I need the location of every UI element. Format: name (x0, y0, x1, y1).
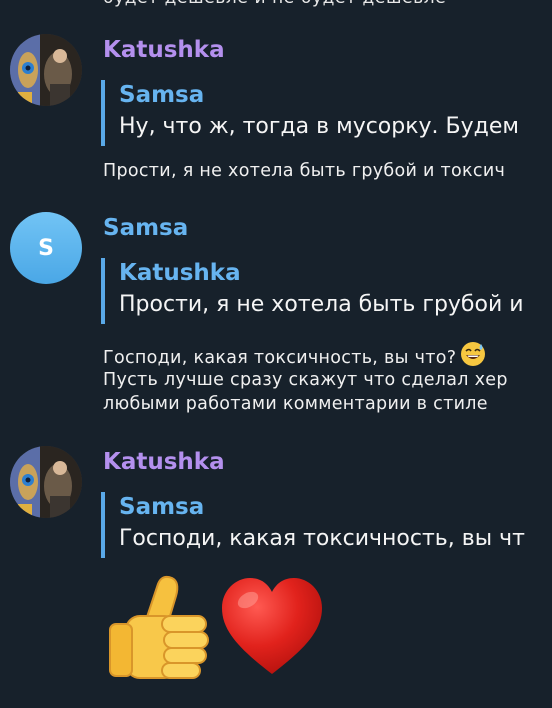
message-text-line: любыми работами комментарии в стиле (103, 394, 488, 414)
sender-name[interactable]: Samsa (103, 215, 188, 241)
reply-text: Прости, я не хотела быть грубой и (119, 292, 524, 317)
avatar-katushka[interactable] (10, 446, 82, 518)
clipped-previous-message: будет дешевле и не будет дешевле (103, 0, 552, 8)
grinning-sweat-emoji-icon (460, 341, 486, 373)
reply-quote[interactable]: Katushka Прости, я не хотела быть грубой… (101, 258, 552, 324)
avatar-katushka[interactable] (10, 34, 82, 106)
reply-text: Ну, что ж, тогда в мусорку. Будем (119, 114, 519, 139)
message-text-line: Пусть лучше сразу скажут что сделал хер (103, 370, 508, 390)
message-text-span: Господи, какая токсичность, вы что? (103, 348, 457, 368)
avatar-photo-icon (10, 446, 82, 518)
avatar-samsa[interactable]: S (10, 212, 82, 284)
message-text-line: Прости, я не хотела быть грубой и токсич (103, 161, 506, 181)
avatar-letter: S (38, 235, 54, 261)
avatar-photo-icon (10, 34, 82, 106)
reply-author: Katushka (119, 260, 241, 286)
reply-author: Samsa (119, 494, 205, 520)
sender-name[interactable]: Katushka (103, 449, 225, 475)
message-text-line: Господи, какая токсичность, вы что? (103, 341, 486, 373)
reply-author: Samsa (119, 82, 205, 108)
red-heart-icon (218, 576, 326, 684)
reply-quote[interactable]: Samsa Ну, что ж, тогда в мусорку. Будем (101, 80, 552, 146)
reply-quote[interactable]: Samsa Господи, какая токсичность, вы чт (101, 492, 552, 558)
sender-name[interactable]: Katushka (103, 37, 225, 63)
reply-text: Господи, какая токсичность, вы чт (119, 526, 525, 551)
thumbs-up-icon (106, 572, 214, 686)
